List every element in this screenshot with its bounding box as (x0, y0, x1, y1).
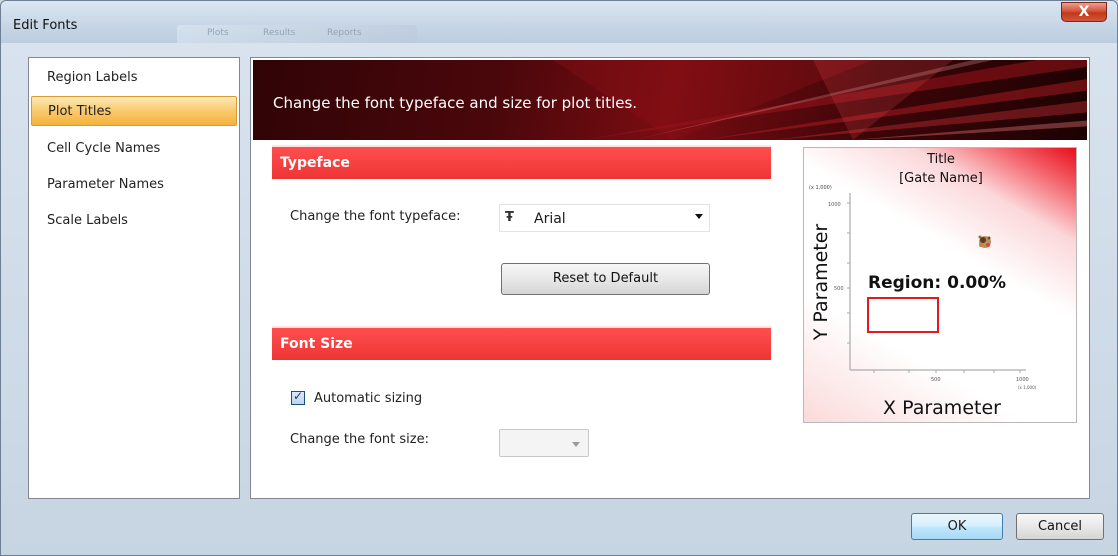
header-banner: Change the font typeface and size for pl… (253, 60, 1087, 140)
automatic-sizing-label[interactable]: Automatic sizing (314, 391, 422, 406)
background-tab-reports: Reports (327, 28, 362, 38)
font-type-icon: Ŧ (505, 210, 514, 225)
settings-panel: Change the font typeface and size for pl… (250, 57, 1090, 499)
plot-title-preview: Title [Gate Name] (x 1,000) 1000 500 500… (803, 147, 1077, 423)
sidebar-item-label: Cell Cycle Names (47, 141, 161, 156)
close-button[interactable]: X (1061, 2, 1107, 22)
close-icon: X (1078, 4, 1090, 20)
sidebar-item-label: Plot Titles (48, 104, 112, 119)
sidebar-item-cell-cycle-names[interactable]: Cell Cycle Names (31, 135, 237, 165)
chevron-down-icon (572, 442, 580, 447)
preview-y-multiplier: (x 1,000) (809, 185, 832, 191)
title-bar[interactable]: Edit Fonts Plots Results Reports X (1, 1, 1117, 43)
preview-event-cluster (978, 235, 991, 248)
sidebar-item-label: Region Labels (47, 70, 138, 85)
edit-fonts-dialog: Edit Fonts Plots Results Reports X Regio… (0, 0, 1118, 556)
typeface-section-header: Typeface (272, 145, 771, 179)
sidebar-item-label: Scale Labels (47, 213, 128, 228)
background-tab-results: Results (263, 28, 296, 38)
preview-x-tick-1000: 1000 (1016, 377, 1029, 383)
checkmark-icon: ✓ (293, 389, 304, 403)
sidebar-item-plot-titles[interactable]: Plot Titles (31, 96, 237, 126)
preview-x-tick-500: 500 (931, 377, 941, 383)
preview-plot: Title [Gate Name] (x 1,000) 1000 500 500… (809, 152, 1037, 419)
ok-button[interactable]: OK (911, 513, 1003, 540)
font-typeface-select[interactable]: Ŧ Arial (499, 204, 710, 232)
sidebar-item-scale-labels[interactable]: Scale Labels (31, 207, 237, 237)
preview-y-tick-1000: 1000 (828, 202, 841, 208)
window-title: Edit Fonts (13, 18, 78, 33)
font-category-list: Region Labels Plot Titles Cell Cycle Nam… (28, 57, 240, 499)
background-tabs: Plots Results Reports (177, 25, 417, 43)
chevron-down-icon (695, 214, 703, 219)
font-typeface-value: Arial (534, 211, 566, 227)
font-typeface-label: Change the font typeface: (290, 209, 461, 224)
sidebar-item-region-labels[interactable]: Region Labels (31, 64, 237, 94)
banner-description: Change the font typeface and size for pl… (273, 94, 638, 112)
preview-y-tick-500: 500 (834, 286, 844, 292)
preview-gate-name: [Gate Name] (899, 171, 983, 186)
automatic-sizing-checkbox[interactable]: ✓ (291, 389, 305, 405)
preview-region-label: Region: 0.00% (868, 273, 1006, 293)
reset-to-default-button[interactable]: Reset to Default (501, 263, 710, 295)
sidebar-item-label: Parameter Names (47, 177, 164, 192)
preview-title: Title (926, 152, 955, 167)
background-tab-plots: Plots (207, 28, 229, 38)
font-size-section-header: Font Size (272, 326, 771, 360)
sidebar-item-parameter-names[interactable]: Parameter Names (31, 171, 237, 201)
preview-x-multiplier: (x 1,000) (1018, 385, 1037, 390)
preview-y-axis-label: Y Parameter (810, 224, 832, 342)
cancel-button[interactable]: Cancel (1016, 513, 1104, 540)
font-size-select[interactable] (499, 429, 589, 457)
preview-x-axis-label: X Parameter (883, 397, 1001, 419)
font-size-label: Change the font size: (290, 432, 429, 447)
preview-region-gate (867, 297, 939, 333)
